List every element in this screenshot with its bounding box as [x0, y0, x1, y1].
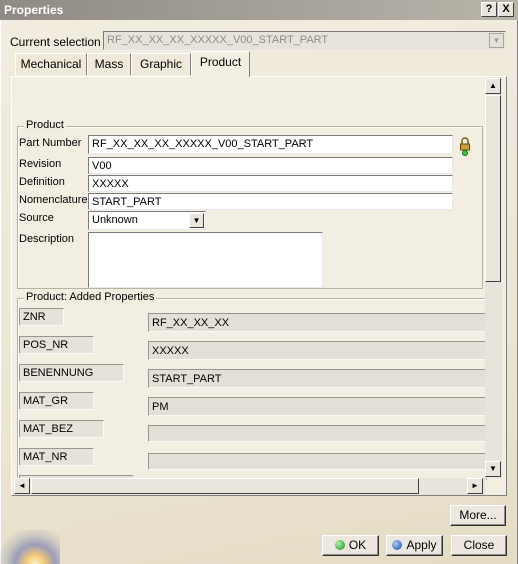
help-button[interactable]: ?: [481, 2, 497, 17]
property-value-mat-nr[interactable]: [148, 453, 487, 470]
property-value-benennung[interactable]: START_PART: [148, 369, 487, 388]
close-button[interactable]: Close: [451, 535, 507, 556]
source-value: Unknown: [92, 214, 138, 226]
current-selection-value: RF_XX_XX_XX_XXXXX_V00_START_PART: [107, 34, 329, 46]
property-key-benennung: BENENNUNG: [19, 364, 124, 382]
window-title: Properties: [4, 3, 64, 17]
padlock-icon[interactable]: [459, 137, 471, 156]
current-selection-combo[interactable]: RF_XX_XX_XX_XXXXX_V00_START_PART: [103, 31, 506, 50]
decorative-corner-graphic: [0, 530, 60, 564]
tab-graphic[interactable]: Graphic: [131, 53, 191, 75]
revision-field[interactable]: V00: [88, 157, 453, 174]
source-label: Source: [19, 212, 54, 224]
nomenclature-field[interactable]: START_PART: [88, 193, 453, 210]
ok-button[interactable]: OK: [322, 535, 379, 556]
close-window-button[interactable]: X: [498, 2, 514, 17]
property-value-znr[interactable]: RF_XX_XX_XX: [148, 313, 487, 332]
chevron-down-icon[interactable]: ▼: [489, 33, 504, 48]
part-number-field[interactable]: RF_XX_XX_XX_XXXXX_V00_START_PART: [88, 135, 453, 154]
property-key-mat-gr: MAT_GR: [19, 392, 94, 410]
apply-button[interactable]: Apply: [386, 535, 443, 556]
property-key-mat-bez: MAT_BEZ: [19, 420, 104, 438]
part-number-value: RF_XX_XX_XX_XXXXX_V00_START_PART: [92, 138, 314, 150]
source-dropdown-chevron-down-icon[interactable]: ▼: [189, 213, 204, 228]
definition-label: Definition: [19, 176, 65, 188]
ok-check-icon: [334, 540, 345, 550]
property-value-mat-gr[interactable]: PM: [148, 397, 487, 416]
definition-field[interactable]: XXXXX: [88, 175, 453, 192]
nomenclature-value: START_PART: [92, 196, 162, 208]
property-key-znr: ZNR: [19, 308, 64, 326]
property-key-pos-nr: POS_NR: [19, 336, 94, 354]
property-value-pos-nr[interactable]: XXXXX: [148, 341, 487, 360]
apply-icon: [392, 540, 403, 550]
tab-product[interactable]: Product: [191, 51, 250, 77]
scroll-right-icon[interactable]: ►: [467, 478, 483, 494]
added-properties-title: Product: Added Properties: [24, 291, 157, 303]
more-button[interactable]: More...: [450, 505, 506, 526]
title-bar[interactable]: Properties ? X: [0, 0, 518, 20]
tab-mass[interactable]: Mass: [87, 53, 131, 75]
vertical-scroll-thumb[interactable]: [485, 95, 501, 282]
apply-label: Apply: [406, 538, 437, 552]
revision-value: V00: [92, 160, 112, 172]
description-textarea[interactable]: [88, 232, 323, 288]
description-label: Description: [19, 233, 75, 245]
property-key-mat-nr: MAT_NR: [19, 448, 94, 466]
ok-label: OK: [348, 538, 367, 552]
definition-value: XXXXX: [92, 178, 129, 190]
tab-mechanical[interactable]: Mechanical: [15, 53, 87, 75]
part-number-label: Part Number: [19, 137, 82, 149]
current-selection-label: Current selection :: [10, 35, 108, 49]
revision-label: Revision: [19, 158, 62, 170]
scroll-down-icon[interactable]: ▼: [485, 461, 501, 477]
scroll-up-icon[interactable]: ▲: [485, 78, 501, 94]
horizontal-scroll-thumb[interactable]: [31, 478, 419, 494]
nomenclature-label: Nomenclature: [19, 194, 88, 206]
scroll-left-icon[interactable]: ◄: [14, 478, 30, 494]
property-value-mat-bez[interactable]: [148, 425, 487, 442]
product-group-title: Product: [24, 119, 66, 131]
